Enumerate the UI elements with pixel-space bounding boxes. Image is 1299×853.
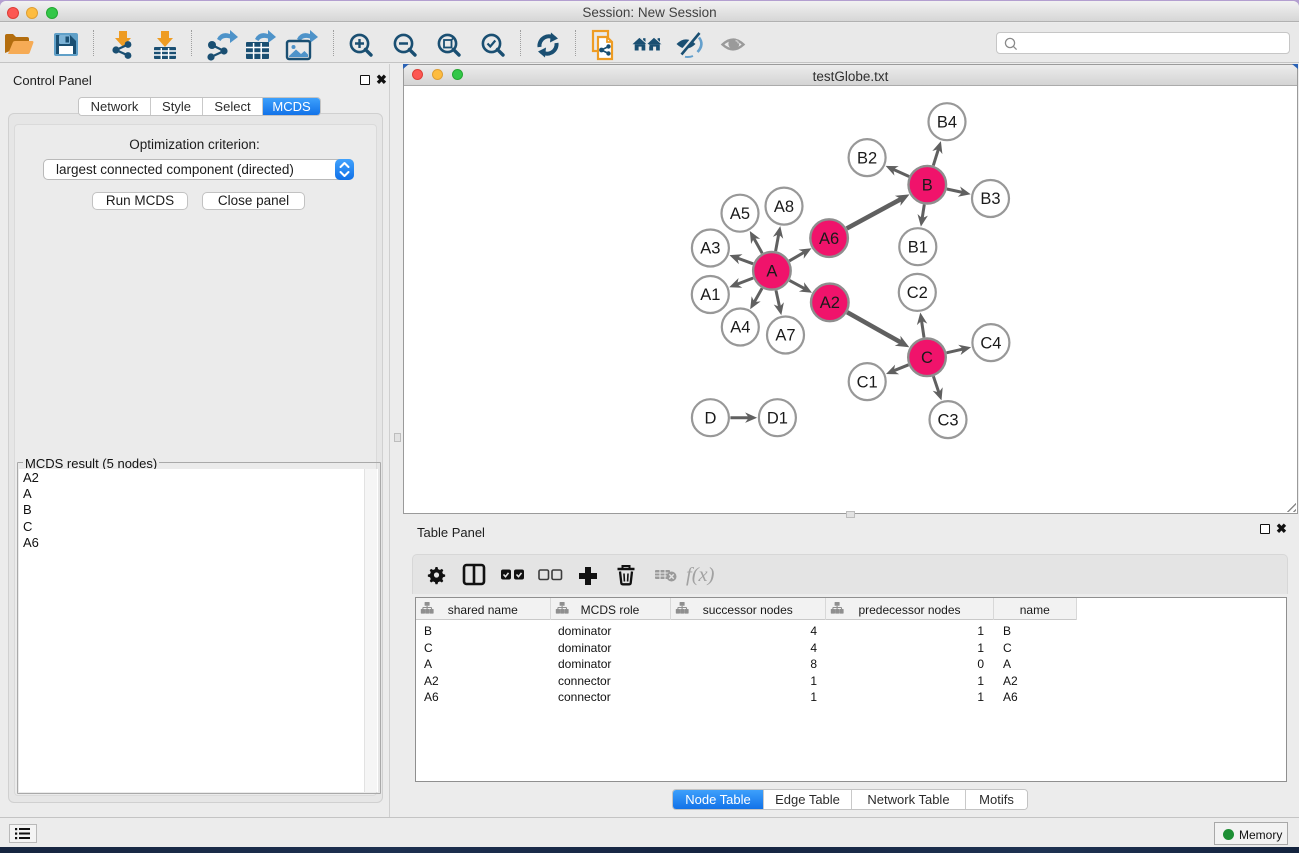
svg-text:A6: A6 [819, 230, 839, 248]
svg-text:B3: B3 [980, 190, 1000, 208]
svg-text:A7: A7 [775, 327, 795, 345]
svg-text:A4: A4 [730, 319, 750, 337]
svg-text:A2: A2 [820, 294, 840, 312]
svg-text:A3: A3 [700, 240, 720, 258]
svg-text:A1: A1 [700, 286, 720, 304]
svg-text:B: B [922, 176, 933, 194]
svg-text:C4: C4 [980, 334, 1001, 352]
svg-text:B1: B1 [908, 238, 928, 256]
svg-text:A5: A5 [730, 205, 750, 223]
svg-text:D: D [704, 409, 716, 427]
svg-text:B4: B4 [937, 113, 957, 131]
svg-text:D1: D1 [767, 409, 788, 427]
svg-text:A: A [766, 263, 777, 281]
svg-text:f(x): f(x) [686, 564, 715, 586]
svg-text:A8: A8 [774, 198, 794, 216]
svg-text:C: C [921, 349, 933, 367]
svg-text:C1: C1 [857, 373, 878, 391]
svg-text:C3: C3 [937, 411, 958, 429]
svg-text:B2: B2 [857, 149, 877, 167]
svg-text:C2: C2 [907, 284, 928, 302]
